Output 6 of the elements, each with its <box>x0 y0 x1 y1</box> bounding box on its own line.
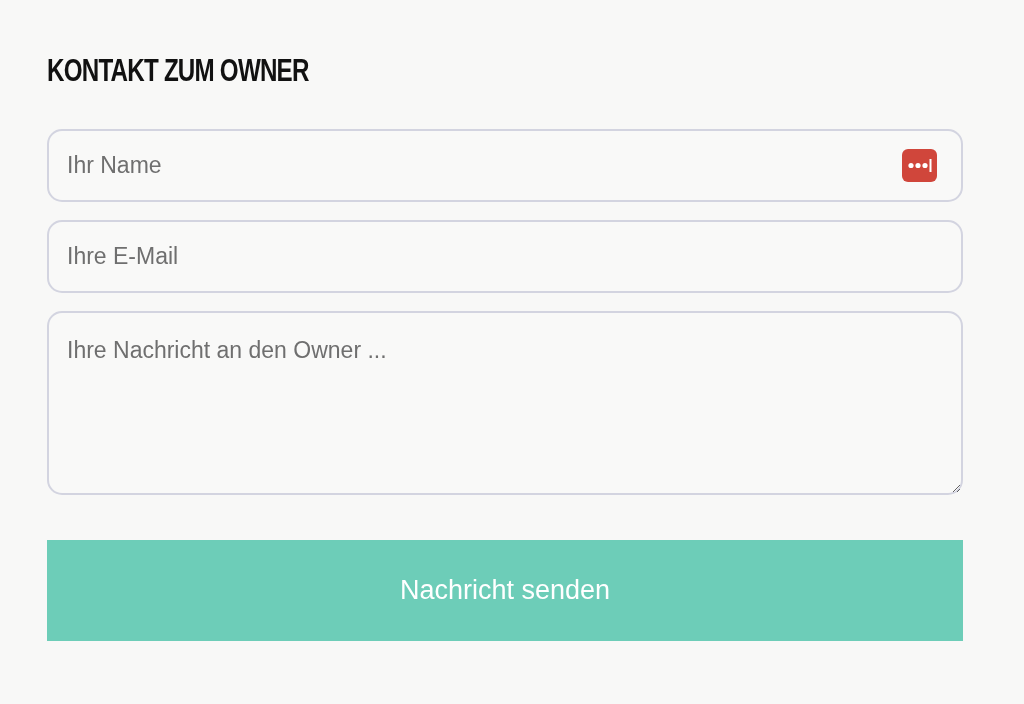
password-icon[interactable] <box>902 149 937 183</box>
input-field[interactable]: Ihre E-Mail <box>47 220 963 294</box>
message-field[interactable]: Ihre Nachricht an den Owner ... <box>47 311 963 496</box>
send-button[interactable]: Nachricht senden <box>47 540 963 642</box>
input-field[interactable]: Ihr Name <box>47 129 963 203</box>
form-heading: KONTAKT ZUM OWNER <box>47 52 309 90</box>
